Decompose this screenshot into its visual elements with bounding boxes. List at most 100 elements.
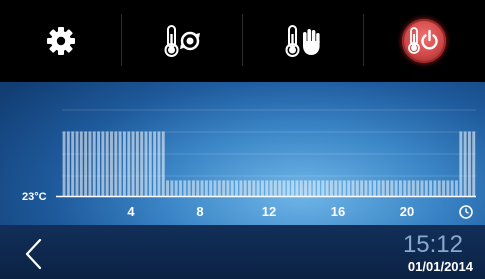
schedule-slot[interactable] [420,180,424,196]
schedule-slot[interactable] [416,180,420,196]
schedule-slot[interactable] [312,180,316,196]
schedule-slot[interactable] [140,131,144,196]
schedule-slot[interactable] [394,180,398,196]
schedule-slot[interactable] [97,131,101,196]
schedule-slot[interactable] [278,180,282,196]
schedule-slot[interactable] [437,180,441,196]
schedule-slot[interactable] [459,131,463,196]
schedule-slot[interactable] [127,131,131,196]
schedule-slot[interactable] [368,180,372,196]
schedule-slot[interactable] [135,131,139,196]
schedule-slot[interactable] [105,131,109,196]
schedule-slot[interactable] [217,180,221,196]
schedule-slot[interactable] [286,180,290,196]
schedule-chart[interactable]: 23°C 4 8 12 16 20 [0,82,485,225]
settings-button[interactable] [0,0,121,82]
schedule-slot[interactable] [170,180,174,196]
schedule-slot[interactable] [161,131,165,196]
schedule-slot[interactable] [209,180,213,196]
schedule-slot[interactable] [179,180,182,196]
schedule-slot[interactable] [226,180,230,196]
schedule-slot[interactable] [260,180,264,196]
schedule-slot[interactable] [291,180,295,196]
schedule-slot[interactable] [187,180,191,196]
schedule-slot[interactable] [273,180,277,196]
schedule-slot[interactable] [243,180,247,196]
schedule-slot[interactable] [157,131,161,196]
schedule-slot[interactable] [191,180,195,196]
schedule-slot[interactable] [299,180,303,196]
schedule-slot[interactable] [304,180,308,196]
schedule-slot[interactable] [429,180,433,196]
manual-mode-button[interactable] [242,0,363,82]
schedule-slot[interactable] [342,180,346,196]
schedule-slot[interactable] [92,131,96,196]
schedule-slot[interactable] [230,180,234,196]
schedule-slot[interactable] [411,180,415,196]
schedule-slot[interactable] [131,131,135,196]
schedule-slot[interactable] [235,180,239,196]
schedule-slot[interactable] [204,180,208,196]
schedule-slot[interactable] [269,180,273,196]
schedule-slot[interactable] [256,180,260,196]
schedule-slot[interactable] [122,131,126,196]
schedule-slot[interactable] [424,180,428,196]
schedule-slot[interactable] [79,131,83,196]
schedule-slot[interactable] [317,180,320,196]
schedule-slot[interactable] [295,180,299,196]
schedule-slot[interactable] [66,131,70,196]
schedule-slot[interactable] [347,180,351,196]
schedule-slot[interactable] [200,180,204,196]
schedule-slot[interactable] [148,131,152,196]
schedule-slot[interactable] [248,180,251,196]
schedule-slot[interactable] [398,180,402,196]
schedule-slot[interactable] [252,180,256,196]
schedule-slot[interactable] [403,180,407,196]
schedule-slot[interactable] [381,180,385,196]
schedule-slot[interactable] [71,131,75,196]
schedule-slot[interactable] [213,180,217,196]
schedule-slot[interactable] [433,180,437,196]
schedule-slot[interactable] [455,180,458,196]
schedule-slot[interactable] [110,131,113,196]
auto-mode-button[interactable] [121,0,242,82]
schedule-slot[interactable] [467,131,471,196]
schedule-slot[interactable] [101,131,105,196]
schedule-slot[interactable] [239,180,243,196]
off-mode-button[interactable] [363,0,485,82]
schedule-slot[interactable] [360,180,364,196]
schedule-slot[interactable] [386,180,389,196]
schedule-slot[interactable] [174,180,178,196]
schedule-slot[interactable] [373,180,377,196]
schedule-slot[interactable] [407,180,411,196]
schedule-slot[interactable] [62,131,66,196]
schedule-slot[interactable] [329,180,333,196]
schedule-slot[interactable] [377,180,381,196]
schedule-slot[interactable] [265,180,269,196]
schedule-slot[interactable] [364,180,368,196]
schedule-slot[interactable] [144,131,148,196]
schedule-slot[interactable] [196,180,200,196]
schedule-slot[interactable] [153,131,157,196]
schedule-slot[interactable] [222,180,226,196]
schedule-slot[interactable] [450,180,454,196]
schedule-slot[interactable] [338,180,342,196]
schedule-slot[interactable] [463,131,467,196]
schedule-slot[interactable] [166,180,170,196]
schedule-slot[interactable] [183,180,187,196]
schedule-bars[interactable] [62,131,476,196]
schedule-slot[interactable] [118,131,122,196]
schedule-slot[interactable] [88,131,92,196]
schedule-slot[interactable] [84,131,88,196]
schedule-slot[interactable] [114,131,118,196]
schedule-slot[interactable] [472,131,476,196]
back-button[interactable] [20,235,50,273]
schedule-slot[interactable] [321,180,325,196]
schedule-slot[interactable] [308,180,312,196]
schedule-slot[interactable] [390,180,394,196]
schedule-slot[interactable] [446,180,450,196]
schedule-slot[interactable] [442,180,446,196]
schedule-slot[interactable] [325,180,329,196]
schedule-slot[interactable] [351,180,355,196]
schedule-slot[interactable] [75,131,79,196]
